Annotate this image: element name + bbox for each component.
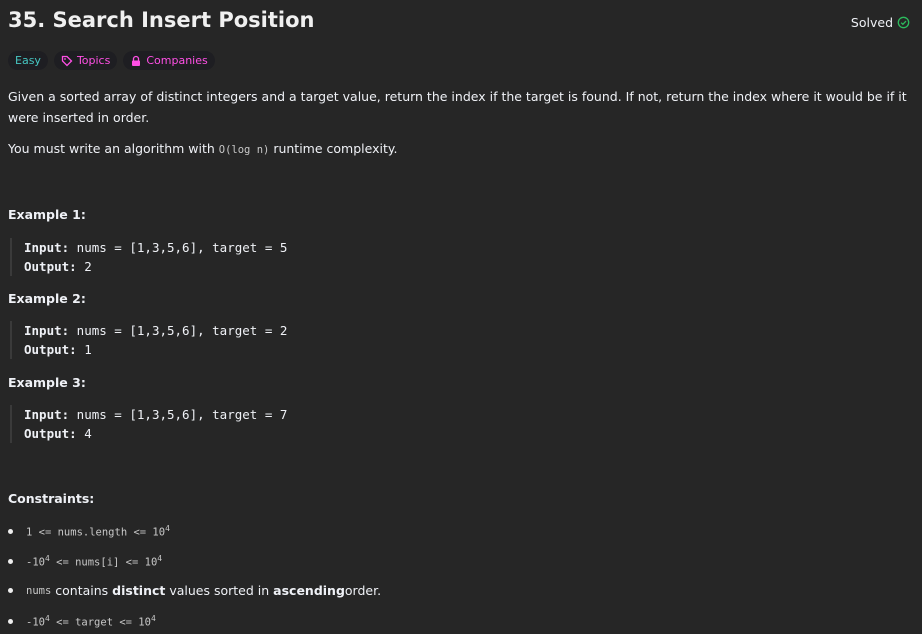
tag-bar: Easy Topics Companies xyxy=(8,51,215,70)
constraint-item: 1 <= nums.length <= 104 xyxy=(8,524,170,539)
output-value: 1 xyxy=(76,342,92,357)
solved-label: Solved xyxy=(850,15,893,30)
difficulty-label: Easy xyxy=(15,54,41,67)
exponent: 4 xyxy=(150,614,156,623)
example-heading: Example 2: xyxy=(8,291,86,306)
output-label: Output: xyxy=(24,259,77,274)
output-label: Output: xyxy=(24,426,77,441)
output-label: Output: xyxy=(24,342,77,357)
input-value: nums = [1,3,5,6], target = 7 xyxy=(69,407,288,422)
text: contains xyxy=(51,583,113,598)
bullet xyxy=(8,618,13,624)
exponent: 4 xyxy=(157,554,163,563)
output-value: 2 xyxy=(76,259,92,274)
inline-code: nums xyxy=(26,584,52,597)
check-circle-icon xyxy=(897,16,910,29)
constraint-text: <= target <= 10 xyxy=(49,616,151,629)
bold-text: ascending xyxy=(273,583,345,598)
input-value: nums = [1,3,5,6], target = 5 xyxy=(69,240,288,255)
constraint-text: -10 xyxy=(26,556,45,569)
companies-button[interactable]: Companies xyxy=(123,51,215,70)
example-heading: Example 1: xyxy=(8,207,86,222)
example-block: Input: nums = [1,3,5,6], target = 2 Outp… xyxy=(10,321,287,359)
input-label: Input: xyxy=(24,323,70,338)
text: values sorted in xyxy=(165,583,274,598)
complexity-paragraph: You must write an algorithm with O(log n… xyxy=(8,138,908,161)
bold-text: distinct xyxy=(112,583,166,598)
inline-code: O(log n) xyxy=(218,144,270,156)
text: order. xyxy=(344,583,382,598)
text: You must write an algorithm with xyxy=(8,141,219,156)
constraint-text: <= nums[i] <= 10 xyxy=(49,556,158,569)
topics-button[interactable]: Topics xyxy=(53,51,118,70)
constraint-item: -104 <= nums[i] <= 104 xyxy=(8,554,162,569)
constraint-item: -104 <= target <= 104 xyxy=(8,614,156,629)
constraints-heading: Constraints: xyxy=(8,491,95,506)
constraint-item: nums contains distinct values sorted in … xyxy=(8,583,381,598)
example-block: Input: nums = [1,3,5,6], target = 5 Outp… xyxy=(10,238,287,276)
example-block: Input: nums = [1,3,5,6], target = 7 Outp… xyxy=(10,405,287,443)
constraint-text: 1 <= nums.length <= 10 xyxy=(26,526,166,539)
description-paragraph: Given a sorted array of distinct integer… xyxy=(8,89,907,125)
tag-icon xyxy=(61,55,73,66)
input-label: Input: xyxy=(24,240,70,255)
problem-title: 35. Search Insert Position xyxy=(8,8,315,32)
topics-label: Topics xyxy=(76,54,111,67)
bullet xyxy=(8,588,13,593)
companies-label: Companies xyxy=(146,54,208,67)
bullet xyxy=(8,528,13,534)
text: runtime complexity. xyxy=(269,141,398,156)
lock-icon xyxy=(132,55,141,66)
solved-status: Solved xyxy=(851,15,910,30)
bullet xyxy=(8,558,13,564)
exponent: 4 xyxy=(165,524,170,533)
output-value: 4 xyxy=(76,426,92,441)
difficulty-badge: Easy xyxy=(8,51,48,70)
example-heading: Example 3: xyxy=(8,375,86,390)
input-value: nums = [1,3,5,6], target = 2 xyxy=(69,323,288,338)
input-label: Input: xyxy=(24,407,70,422)
constraint-text: -10 xyxy=(26,616,45,629)
